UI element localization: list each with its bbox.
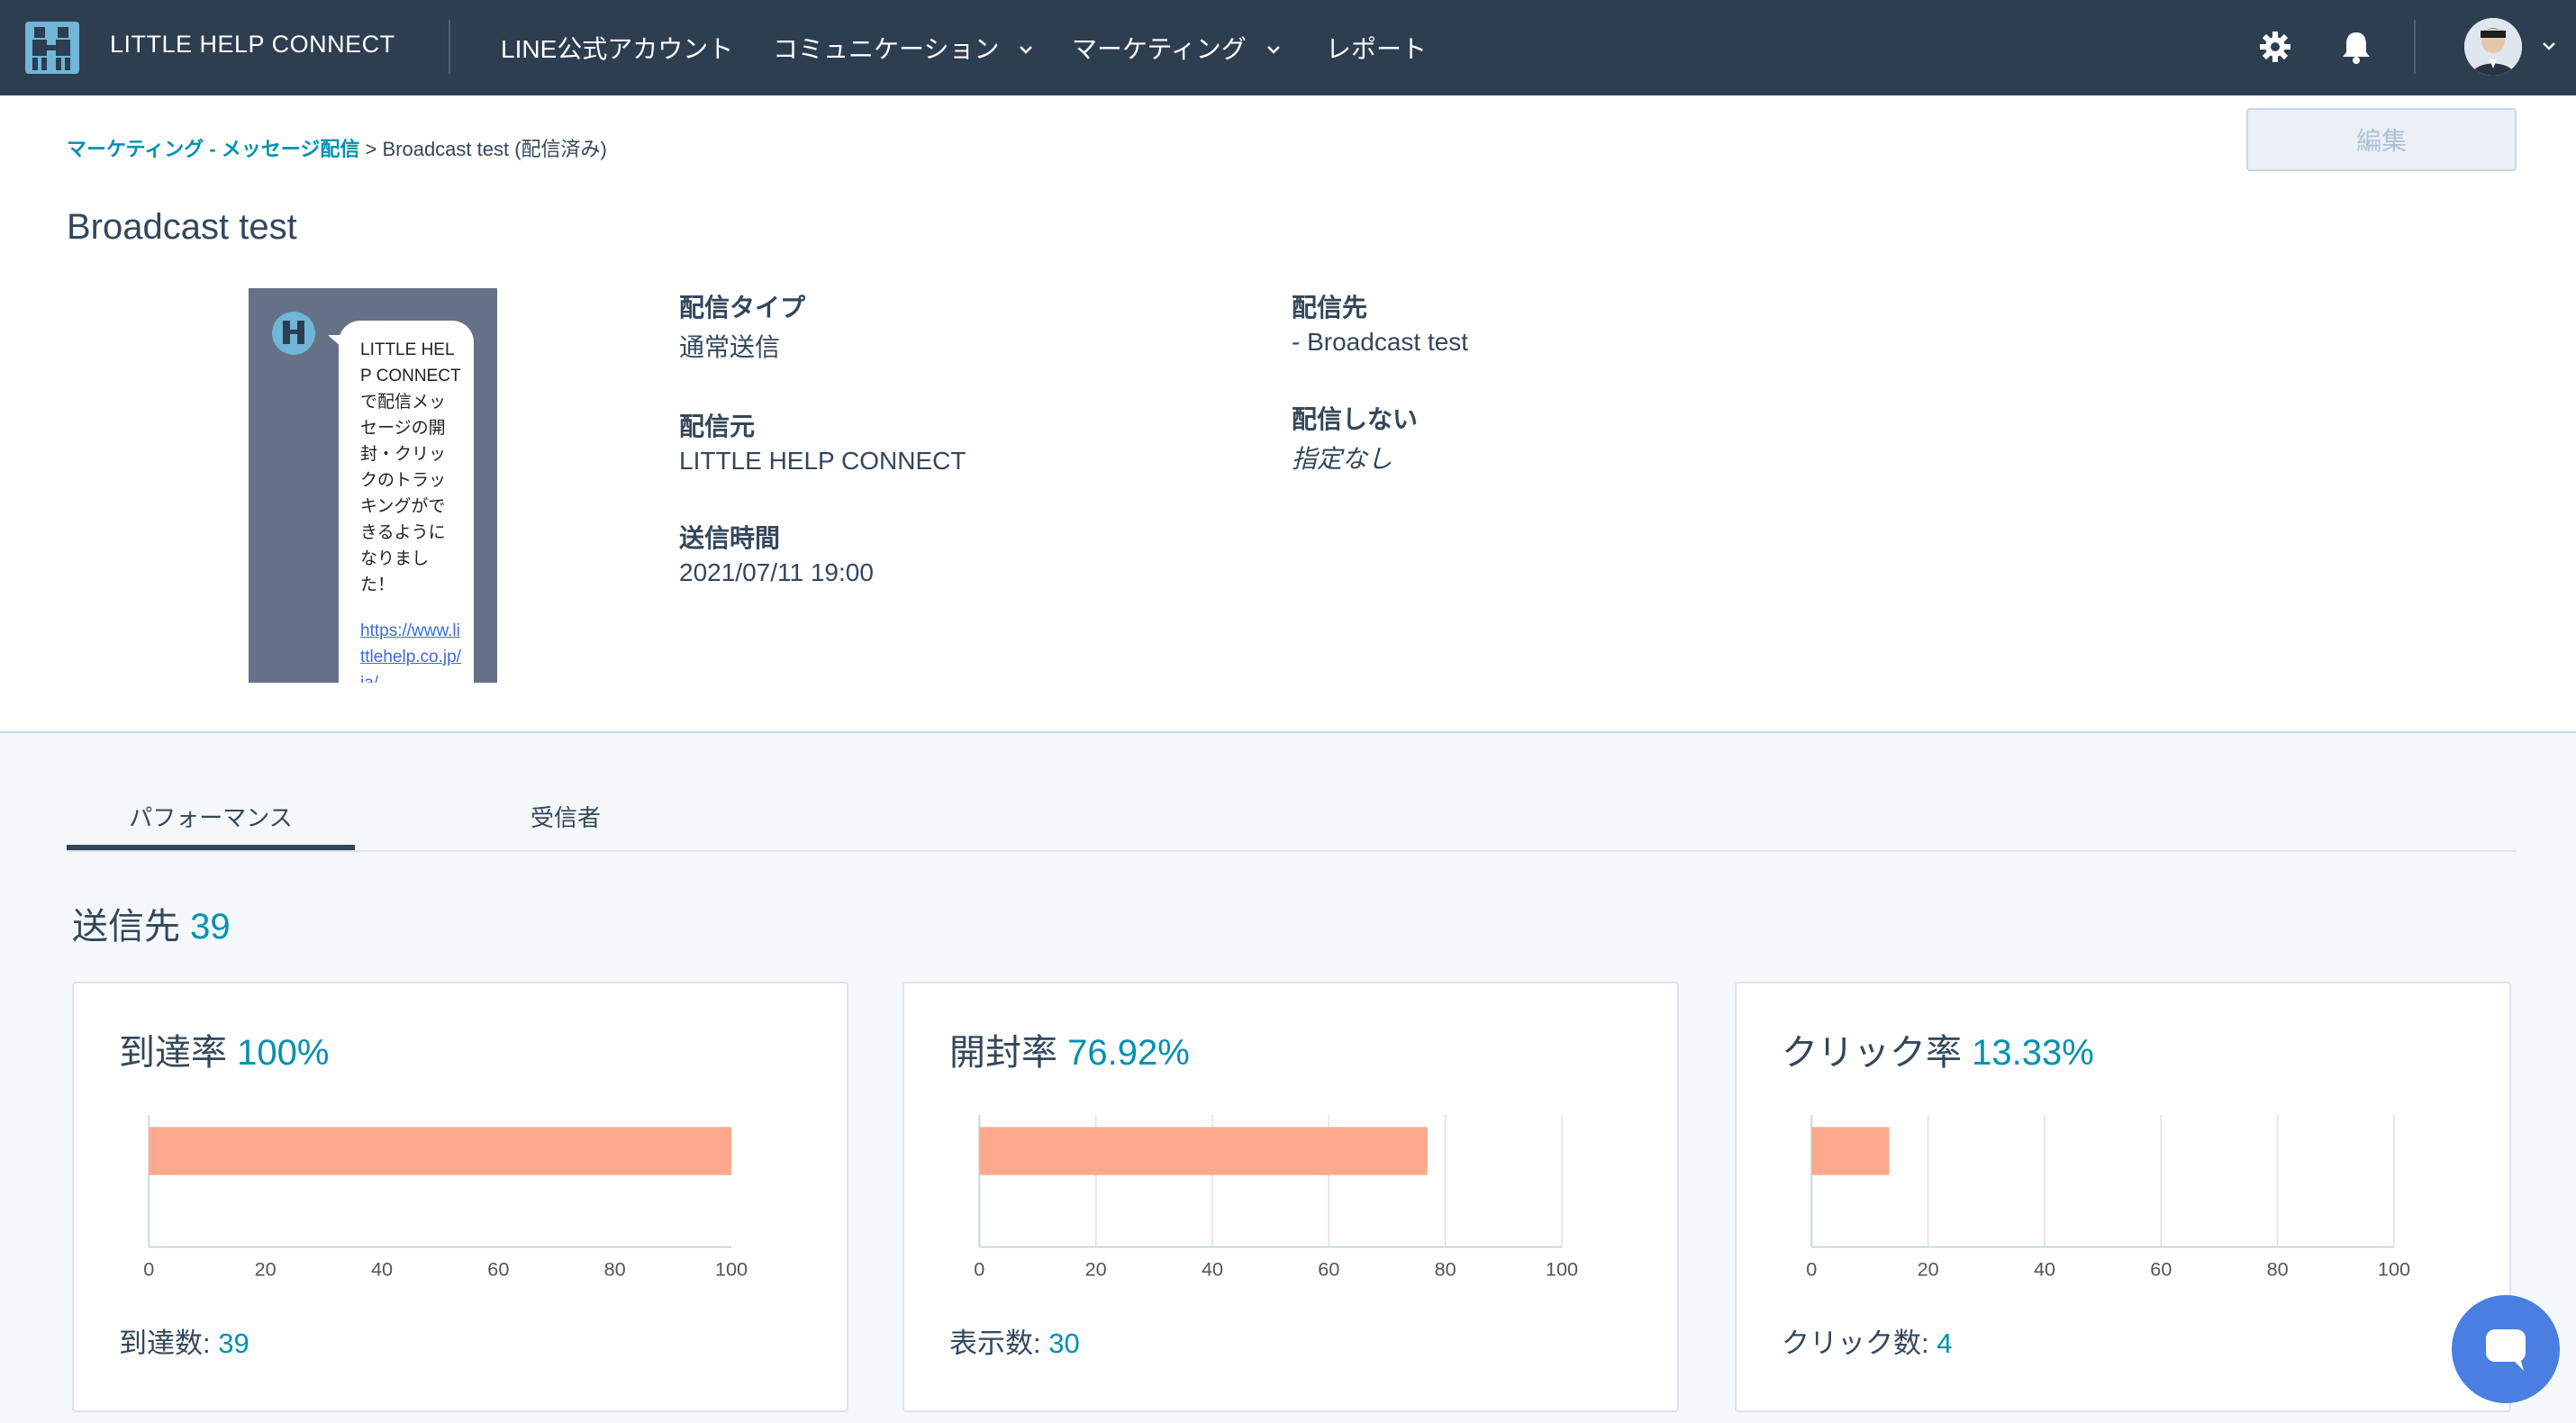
- exclude-label: 配信しない: [1292, 405, 1419, 433]
- tab-recipients[interactable]: 受信者: [422, 791, 710, 850]
- footer-value: 39: [218, 1328, 249, 1359]
- metric-value: 76.92%: [1067, 1033, 1190, 1073]
- nav-item-label: レポート: [1326, 35, 1428, 63]
- sender-value: LITTLE HELP CONNECT: [679, 447, 966, 475]
- nav-divider: [2414, 20, 2416, 74]
- x-tick-label: 60: [487, 1257, 509, 1277]
- footer-label: 到達数:: [119, 1328, 211, 1359]
- nav-item-label: コミュニケーション: [773, 35, 1000, 63]
- metric-label: 到達率: [119, 1033, 227, 1073]
- card-footer: 表示数: 30: [949, 1320, 1080, 1361]
- target-value: - Broadcast test: [1292, 328, 1469, 356]
- nav-item-communication[interactable]: コミュニケーション: [773, 30, 1033, 66]
- x-tick-label: 80: [2267, 1257, 2289, 1277]
- open-rate-card: 開封率 76.92% 0 20 40 60 80 100 表示数: 30: [903, 982, 1679, 1412]
- broadcast-detail-header: マーケティング - メッセージ配信 > Broadcast test (配信済み…: [0, 95, 2576, 733]
- chat-launcher-button[interactable]: [2452, 1295, 2560, 1403]
- target-label: 配信先: [1292, 294, 1368, 322]
- delivery-rate-chart: 0 20 40 60 80 100: [143, 1115, 748, 1277]
- bar: [149, 1127, 732, 1175]
- x-tick-label: 100: [2378, 1257, 2410, 1277]
- x-tick-label: 100: [1546, 1257, 1578, 1277]
- footer-value: 4: [1937, 1328, 1953, 1359]
- preview-avatar: [272, 312, 315, 355]
- nav-divider: [449, 20, 450, 74]
- send-time-label: 送信時間: [679, 524, 781, 552]
- metric-label: クリック率: [1782, 1033, 1962, 1073]
- bar: [1811, 1127, 1890, 1175]
- x-tick-label: 60: [2150, 1257, 2172, 1277]
- nav-item-label: LINE公式アカウント: [501, 35, 734, 63]
- nav-item-line-account[interactable]: LINE公式アカウント: [501, 30, 733, 66]
- x-tick-label: 0: [143, 1257, 154, 1277]
- footer-value: 30: [1048, 1328, 1080, 1359]
- card-footer: クリック数: 4: [1782, 1320, 1953, 1361]
- open-rate-chart: 0 20 40 60 80 100: [974, 1115, 1578, 1277]
- nav-item-marketing[interactable]: マーケティング: [1072, 30, 1281, 66]
- edit-button[interactable]: 編集: [2246, 108, 2517, 171]
- top-navigation-bar: LITTLE HELP CONNECT LINE公式アカウント コミュニケーショ…: [0, 0, 2576, 95]
- send-time-value: 2021/07/11 19:00: [679, 558, 874, 586]
- summary-label: 送信先: [72, 907, 180, 947]
- message-text: LITTLE HELP CONNECTで配信メッセージの開封・クリックのトラッキ…: [360, 340, 461, 594]
- message-link[interactable]: https://www.littlehelp.co.jp/ja/: [360, 618, 461, 683]
- x-tick-label: 20: [255, 1257, 277, 1277]
- nav-item-label: マーケティング: [1072, 35, 1247, 63]
- gear-icon[interactable]: [2257, 29, 2293, 65]
- x-tick-label: 0: [1806, 1257, 1817, 1277]
- chevron-down-icon: [1266, 46, 1280, 54]
- card-footer: 到達数: 39: [119, 1320, 249, 1361]
- chat-icon: [2486, 1329, 2526, 1371]
- metric-value: 100%: [237, 1033, 330, 1073]
- card-title: クリック率 13.33%: [1782, 1023, 2094, 1075]
- x-tick-label: 20: [1918, 1257, 1939, 1277]
- avatar[interactable]: [2464, 18, 2522, 76]
- summary-value: 39: [190, 907, 231, 947]
- app-logo[interactable]: [25, 22, 79, 74]
- footer-label: クリック数:: [1782, 1328, 1929, 1359]
- footer-label: 表示数:: [949, 1328, 1041, 1359]
- delivery-type-value: 通常送信: [679, 333, 781, 361]
- x-tick-label: 20: [1085, 1257, 1107, 1277]
- x-tick-label: 60: [1318, 1257, 1339, 1277]
- bar: [979, 1127, 1428, 1175]
- click-rate-card: クリック率 13.33% 0 20 40 60 80 100 クリック数: 4: [1735, 982, 2511, 1412]
- recipient-summary: 送信先 39: [72, 897, 231, 949]
- breadcrumb: マーケティング - メッセージ配信 > Broadcast test (配信済み…: [67, 133, 607, 162]
- tab-bar: パフォーマンス 受信者: [67, 776, 2517, 852]
- x-tick-label: 100: [715, 1257, 748, 1277]
- tab-performance[interactable]: パフォーマンス: [67, 791, 355, 850]
- page-title: Broadcast test: [67, 207, 297, 247]
- metric-label: 開封率: [949, 1033, 1057, 1073]
- click-rate-chart: 0 20 40 60 80 100: [1806, 1115, 2410, 1277]
- delivery-type-label: 配信タイプ: [679, 294, 806, 322]
- message-bubble: LITTLE HELP CONNECTで配信メッセージの開封・クリックのトラッキ…: [328, 321, 474, 683]
- x-tick-label: 0: [974, 1257, 984, 1277]
- x-tick-label: 80: [604, 1257, 626, 1277]
- x-tick-label: 40: [1202, 1257, 1223, 1277]
- sender-label: 配信元: [679, 412, 756, 440]
- x-tick-label: 40: [2034, 1257, 2055, 1277]
- message-preview: LITTLE HELP CONNECTで配信メッセージの開封・クリックのトラッキ…: [249, 288, 497, 683]
- chevron-down-icon[interactable]: [2542, 41, 2556, 50]
- card-title: 開封率 76.92%: [949, 1023, 1190, 1075]
- nav-item-report[interactable]: レポート: [1326, 30, 1427, 66]
- breadcrumb-current: Broadcast test (配信済み): [382, 138, 607, 160]
- breadcrumb-link[interactable]: マーケティング - メッセージ配信: [67, 138, 359, 160]
- exclude-value: 指定なし: [1292, 445, 1393, 473]
- brand-name[interactable]: LITTLE HELP CONNECT: [110, 31, 395, 59]
- metric-value: 13.33%: [1972, 1033, 2094, 1073]
- bell-icon[interactable]: [2338, 29, 2374, 65]
- x-tick-label: 80: [1435, 1257, 1456, 1277]
- delivery-rate-card: 到達率 100% 0 20 40 60 80 100 到達数: 39: [72, 982, 848, 1412]
- card-title: 到達率 100%: [119, 1023, 329, 1075]
- breadcrumb-separator: >: [365, 138, 377, 160]
- chevron-down-icon: [1020, 46, 1033, 54]
- x-tick-label: 40: [371, 1257, 393, 1277]
